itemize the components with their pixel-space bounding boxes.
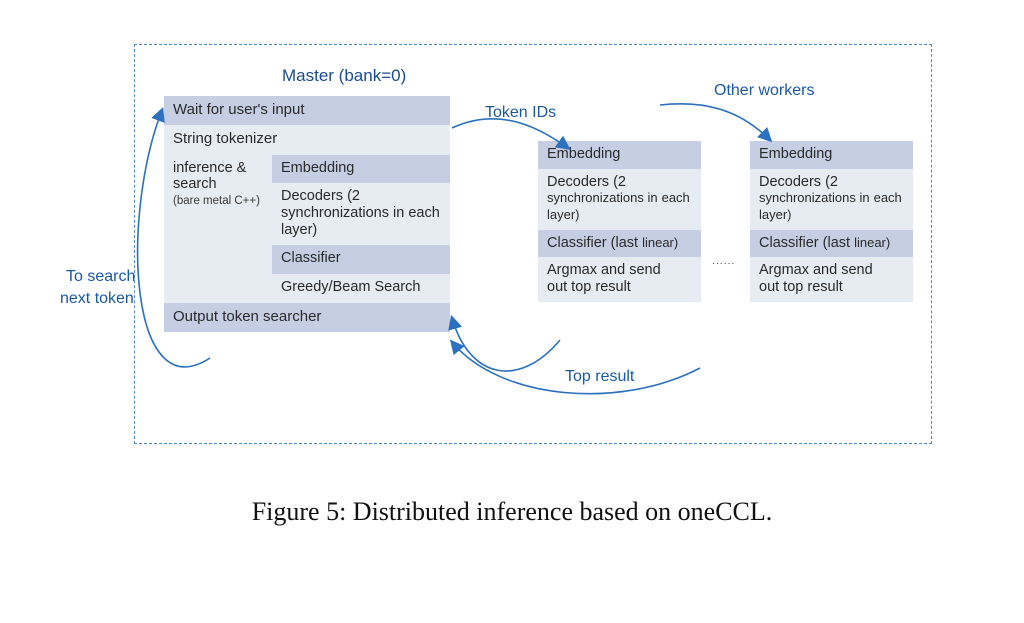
worker-column-1: Embedding Decoders (2 synchronizations i…: [538, 141, 701, 302]
master-inference-row: inference & search (bare metal C++) Embe…: [164, 155, 450, 303]
master-wait: Wait for user's input: [164, 96, 450, 125]
worker-decoders: Decoders (2 synchronizations in each lay…: [750, 169, 913, 230]
worker-column-2: Embedding Decoders (2 synchronizations i…: [750, 141, 913, 302]
master-inf-search-title: inference & search: [173, 160, 266, 193]
master-inf-search: inference & search (bare metal C++): [164, 155, 272, 303]
worker-ellipsis: ······: [712, 258, 735, 269]
label-other-workers: Other workers: [714, 82, 814, 100]
master-label: Master (bank=0): [282, 66, 406, 86]
worker-argmax: Argmax and send out top result: [750, 257, 913, 301]
master-greedy: Greedy/Beam Search: [272, 274, 450, 303]
master-embedding: Embedding: [272, 155, 450, 184]
master-tokenizer: String tokenizer: [164, 125, 450, 154]
master-inf-search-sub: (bare metal C++): [173, 195, 266, 208]
master-decoders: Decoders (2 synchronizations in each lay…: [272, 183, 450, 245]
master-output-searcher: Output token searcher: [164, 303, 450, 332]
label-to-search-2: next token: [60, 290, 134, 308]
worker-classifier: Classifier (last linear): [538, 230, 701, 258]
worker-embedding: Embedding: [538, 141, 701, 169]
worker-decoders: Decoders (2 synchronizations in each lay…: [538, 169, 701, 230]
worker-embedding: Embedding: [750, 141, 913, 169]
figure-caption: Figure 5: Distributed inference based on…: [0, 497, 1024, 527]
worker-classifier: Classifier (last linear): [750, 230, 913, 258]
label-to-search-1: To search: [66, 268, 135, 286]
worker-argmax: Argmax and send out top result: [538, 257, 701, 301]
label-top-result: Top result: [565, 368, 634, 386]
label-token-ids: Token IDs: [485, 104, 556, 122]
master-classifier: Classifier: [272, 245, 450, 274]
master-column: Wait for user's input String tokenizer i…: [164, 96, 450, 332]
